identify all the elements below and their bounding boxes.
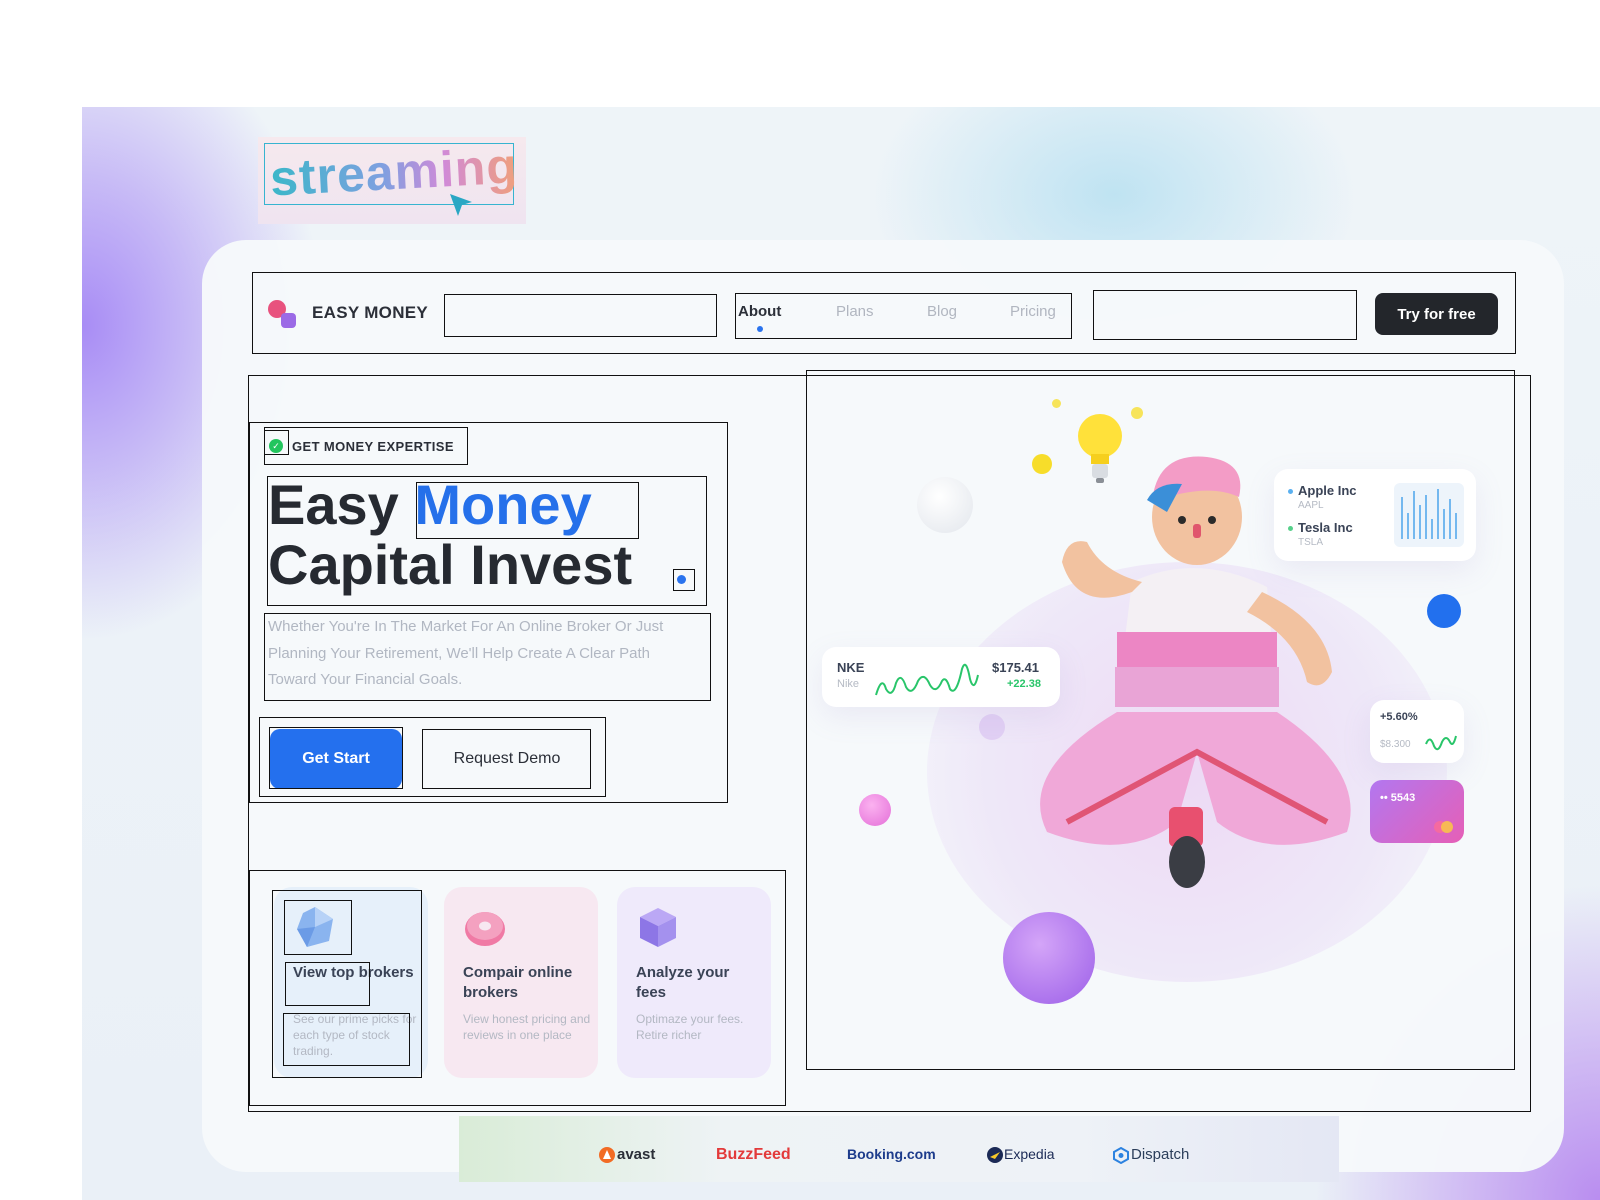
growth-amount: $8.300	[1380, 739, 1411, 750]
nike-price: $175.41	[992, 660, 1039, 675]
stock-name: Apple Inc	[1298, 483, 1357, 498]
feature-icon-frame	[284, 900, 352, 955]
get-start-frame	[269, 727, 403, 789]
page: streaming EASY MONEY About Plans Blog Pr…	[0, 0, 1600, 1200]
sparkline-icon	[875, 663, 979, 696]
nav-pricing[interactable]: Pricing	[1010, 303, 1056, 320]
lilac-dot	[979, 714, 1005, 740]
growth-sparkline-icon	[1425, 735, 1457, 751]
yellow-dot-small	[1052, 399, 1061, 408]
nike-name: Nike	[837, 678, 860, 690]
stock-ticker: TSLA	[1298, 537, 1324, 548]
nike-change: +22.38	[1007, 678, 1041, 690]
mini-bar-chart-icon	[1394, 483, 1464, 547]
stocks-widget: Apple Inc AAPL Tesla Inc TSLA	[1274, 469, 1476, 561]
check-icon: ✓	[269, 439, 283, 453]
purple-sphere	[1003, 912, 1095, 1004]
white-sphere	[917, 477, 973, 533]
streaming-sticker: streaming	[258, 137, 526, 224]
hero-badge: GET MONEY EXPERTISE	[292, 439, 454, 454]
donut-icon	[465, 912, 505, 946]
brand-logo-icon	[268, 300, 298, 330]
brand-name: EASY MONEY	[312, 303, 429, 322]
feature-title: Compair online brokers	[463, 964, 573, 1001]
cursor-icon	[450, 194, 472, 216]
dispatch-logo-icon	[1113, 1147, 1129, 1164]
try-for-free-button[interactable]: Try for free	[1375, 293, 1498, 335]
feature-title-frame	[285, 962, 370, 1006]
request-demo-frame	[422, 729, 591, 789]
growth-widget: +5.60% $8.300	[1370, 700, 1464, 763]
feature-card-compare[interactable]: Compair online brokers View honest prici…	[444, 887, 598, 1078]
growth-pct: +5.60%	[1380, 711, 1418, 723]
nav-blog[interactable]: Blog	[927, 303, 957, 320]
feature-card-fees[interactable]: Analyze your fees Optimaze your fees. Re…	[617, 887, 771, 1078]
cube-icon	[640, 908, 676, 947]
card-number: •• 5543	[1380, 792, 1416, 804]
nav-active-dot	[757, 326, 763, 332]
stock-ticker: AAPL	[1298, 500, 1324, 511]
nav-plans[interactable]: Plans	[836, 303, 874, 320]
bank-card-widget: •• 5543	[1370, 780, 1464, 843]
partner-dispatch: Dispatch	[1131, 1146, 1190, 1163]
partner-buzzfeed: BuzzFeed	[716, 1146, 791, 1163]
expedia-logo-icon	[987, 1147, 1003, 1163]
avast-logo-icon	[599, 1147, 615, 1163]
partner-booking: Booking.com	[847, 1146, 936, 1162]
nav-about[interactable]: About	[738, 303, 781, 320]
nike-symbol: NKE	[837, 660, 865, 675]
blue-sphere	[1427, 594, 1461, 628]
headline-word-1: Easy	[268, 473, 399, 536]
feature-title: Analyze your fees	[636, 964, 730, 1001]
feature-desc: View honest pricing and reviews in one p…	[463, 1012, 591, 1042]
feature-desc-frame	[283, 1013, 410, 1066]
header-search-input[interactable]	[444, 294, 717, 337]
nike-widget: NKE Nike $175.41 +22.38	[822, 647, 1060, 707]
header-empty-field[interactable]	[1093, 290, 1357, 340]
feature-desc: Optimaze your fees. Retire richer	[636, 1012, 744, 1042]
headline-line-2: Capital Invest	[268, 533, 633, 596]
stock-name: Tesla Inc	[1298, 520, 1353, 535]
headline-dot-frame	[673, 569, 695, 591]
partner-avast: avast	[617, 1146, 656, 1163]
yellow-dot-small	[1131, 407, 1143, 419]
hero-illustration: Apple Inc AAPL Tesla Inc TSLA NKE Nike $…	[807, 372, 1516, 1069]
hero-description: Whether You're In The Market For An Onli…	[268, 618, 664, 688]
pink-sphere	[859, 794, 891, 826]
partner-expedia: Expedia	[1004, 1146, 1055, 1162]
headline-accent-frame	[416, 482, 639, 539]
